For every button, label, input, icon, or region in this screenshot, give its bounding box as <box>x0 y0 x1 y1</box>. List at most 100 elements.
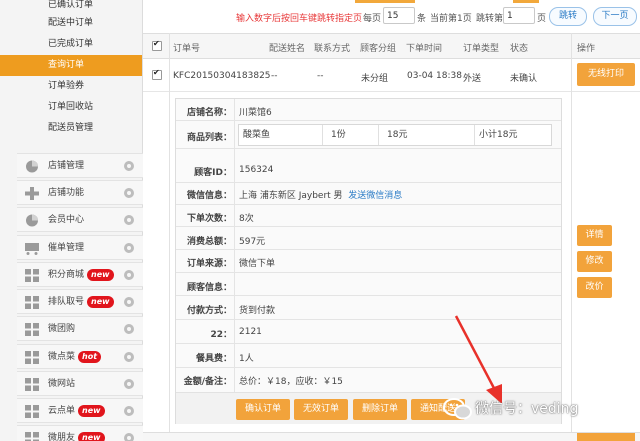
sidebar-item-micro-site[interactable]: 微网站 <box>17 371 143 396</box>
order-count-label: 下单次数： <box>186 214 232 224</box>
wechat-info-value: 上海 浦东新区 Jaybert 男 发送微信消息 <box>239 191 403 201</box>
wechat-watermark: 微信号：veding <box>443 391 639 427</box>
customer-info-label: 顾客信息： <box>186 283 232 293</box>
sidebar-item-group-buy[interactable]: 微团购 <box>17 316 143 341</box>
details-button[interactable]: 详情 <box>577 225 612 246</box>
grid-icon <box>25 323 39 336</box>
expand-circle-icon <box>124 297 134 307</box>
per-page-unit: 条 <box>417 14 427 24</box>
delivery-name-cell: -- <box>271 71 278 81</box>
group-cell: 未分组 <box>361 74 389 84</box>
sidebar-item-label: 积分商城 new <box>48 263 114 287</box>
sidebar-sub-confirmed-orders[interactable]: 已确认订单 <box>0 0 142 13</box>
jump-button[interactable]: 跳转 <box>549 7 587 26</box>
sidebar-sub-recycle-bin[interactable]: 订单回收站 <box>0 97 142 118</box>
sidebar-item-label: 微点菜 hot <box>48 345 102 369</box>
sidebar-item-micro-order[interactable]: 微点菜 hot <box>17 344 143 369</box>
customer-id-value: 156324 <box>239 165 274 175</box>
sidebar-item-micro-friend[interactable]: 微朋友 new <box>17 425 143 441</box>
sidebar: 已确认订单 配送中订单 已完成订单 查询订单 订单验券 订单回收站 配送员管理 … <box>0 0 143 441</box>
amount-note-value: 总价：￥18，应收：￥15 <box>239 377 343 387</box>
pie-chart-icon <box>26 214 38 227</box>
code-value: 2121 <box>239 327 262 337</box>
page-jump-hint: 输入数字后按回车键跳转指定页 <box>236 14 363 24</box>
code-label: 22： <box>210 330 232 340</box>
per-page-input[interactable] <box>383 7 415 24</box>
order-time-cell: 03-04 18:38 <box>407 71 462 81</box>
hot-badge: hot <box>78 350 102 363</box>
pagination-bar: 输入数字后按回车键跳转指定页 每页 条 当前第1页 跳转第 页 跳转 下一页 <box>143 0 640 33</box>
expand-circle-icon <box>124 352 134 362</box>
next-row-button-edge <box>577 433 635 441</box>
sidebar-item-queue-number[interactable]: 排队取号 new <box>17 289 143 314</box>
order-count-value: 8次 <box>239 214 254 224</box>
header-order-type: 订单类型 <box>463 44 500 54</box>
sidebar-item-store-functions[interactable]: 店铺功能 <box>17 180 143 205</box>
contact-cell: -- <box>317 71 324 81</box>
sidebar-item-label: 云点单 new <box>48 399 105 423</box>
header-customer-group: 顾客分组 <box>360 44 397 54</box>
top-tab-edge <box>513 0 539 3</box>
sidebar-item-label: 催单管理 <box>48 243 85 253</box>
wireless-print-button[interactable]: 无线打印 <box>577 63 635 86</box>
top-tab-edge <box>355 0 415 3</box>
watermark-text: 微信号：veding <box>475 401 579 417</box>
table-row[interactable]: KFC20150304183825 -- -- 未分组 03-04 18:38 … <box>143 59 640 92</box>
expand-circle-icon <box>124 161 134 171</box>
send-wechat-message-link[interactable]: 发送微信消息 <box>348 191 402 201</box>
sidebar-sub-delivering-orders[interactable]: 配送中订单 <box>0 13 142 34</box>
goods-quantity: 1份 <box>323 125 379 145</box>
goods-name: 酸菜鱼 <box>239 125 323 145</box>
row-checkbox[interactable] <box>152 68 162 80</box>
header-contact: 联系方式 <box>314 44 351 54</box>
order-type-cell: 外送 <box>463 74 482 84</box>
new-badge: new <box>78 431 105 441</box>
edit-button[interactable]: 修改 <box>577 251 612 272</box>
expand-circle-icon <box>124 243 134 253</box>
sidebar-item-reminder-management[interactable]: 催单管理 <box>17 235 143 260</box>
amount-note-label: 金额/备注： <box>183 377 232 387</box>
sidebar-item-store-management[interactable]: 店铺管理 <box>17 153 143 178</box>
plus-icon <box>25 187 39 200</box>
customer-id-label: 顾客ID： <box>194 168 232 178</box>
sidebar-sub-courier-management[interactable]: 配送员管理 <box>0 118 142 139</box>
sidebar-item-label: 微网站 <box>48 379 76 389</box>
grid-icon <box>25 351 39 364</box>
invalidate-order-button[interactable]: 无效订单 <box>294 399 348 420</box>
grid-icon <box>25 296 39 309</box>
select-all-checkbox[interactable] <box>152 39 162 51</box>
payment-method-value: 货到付款 <box>239 306 276 316</box>
grid-icon <box>25 378 39 391</box>
jump-page-input[interactable] <box>503 7 535 24</box>
jump-page-unit: 页 <box>537 14 547 24</box>
sidebar-item-label: 微团购 <box>48 324 76 334</box>
label-column-divider <box>234 99 235 392</box>
change-price-button[interactable]: 改价 <box>577 277 612 298</box>
expand-circle-icon <box>124 324 134 334</box>
sidebar-item-points-mall[interactable]: 积分商城 new <box>17 262 143 287</box>
next-page-button[interactable]: 下一页 <box>593 7 637 26</box>
sidebar-item-cloud-order[interactable]: 云点单 new <box>17 398 143 423</box>
confirm-order-button[interactable]: 确认订单 <box>236 399 290 420</box>
sidebar-sub-query-orders[interactable]: 查询订单 <box>0 55 142 76</box>
sidebar-item-member-center[interactable]: 会员中心 <box>17 207 143 232</box>
expand-circle-icon <box>124 379 134 389</box>
sidebar-sub-verify-coupon[interactable]: 订单验券 <box>0 76 142 97</box>
header-delivery-name: 配送姓名 <box>269 44 306 54</box>
total-spend-label: 消费总额： <box>186 237 232 247</box>
delete-order-button[interactable]: 删除订单 <box>353 399 407 420</box>
status-cell: 未确认 <box>510 74 538 84</box>
sidebar-item-label: 排队取号 new <box>48 290 114 314</box>
cart-icon <box>25 243 39 255</box>
order-number: KFC20150304183825 <box>173 71 271 81</box>
expand-circle-icon <box>124 406 134 416</box>
store-name-value: 川菜馆6 <box>239 108 272 118</box>
sidebar-sub-completed-orders[interactable]: 已完成订单 <box>0 34 142 55</box>
expand-circle-icon <box>124 433 134 441</box>
order-source-label: 订单来源： <box>186 259 232 269</box>
header-order-no: 订单号 <box>173 44 201 54</box>
pie-chart-icon <box>26 160 38 173</box>
wechat-logo-icon <box>443 398 472 420</box>
grid-icon <box>25 405 39 418</box>
current-page-label: 当前第1页 <box>430 14 472 24</box>
